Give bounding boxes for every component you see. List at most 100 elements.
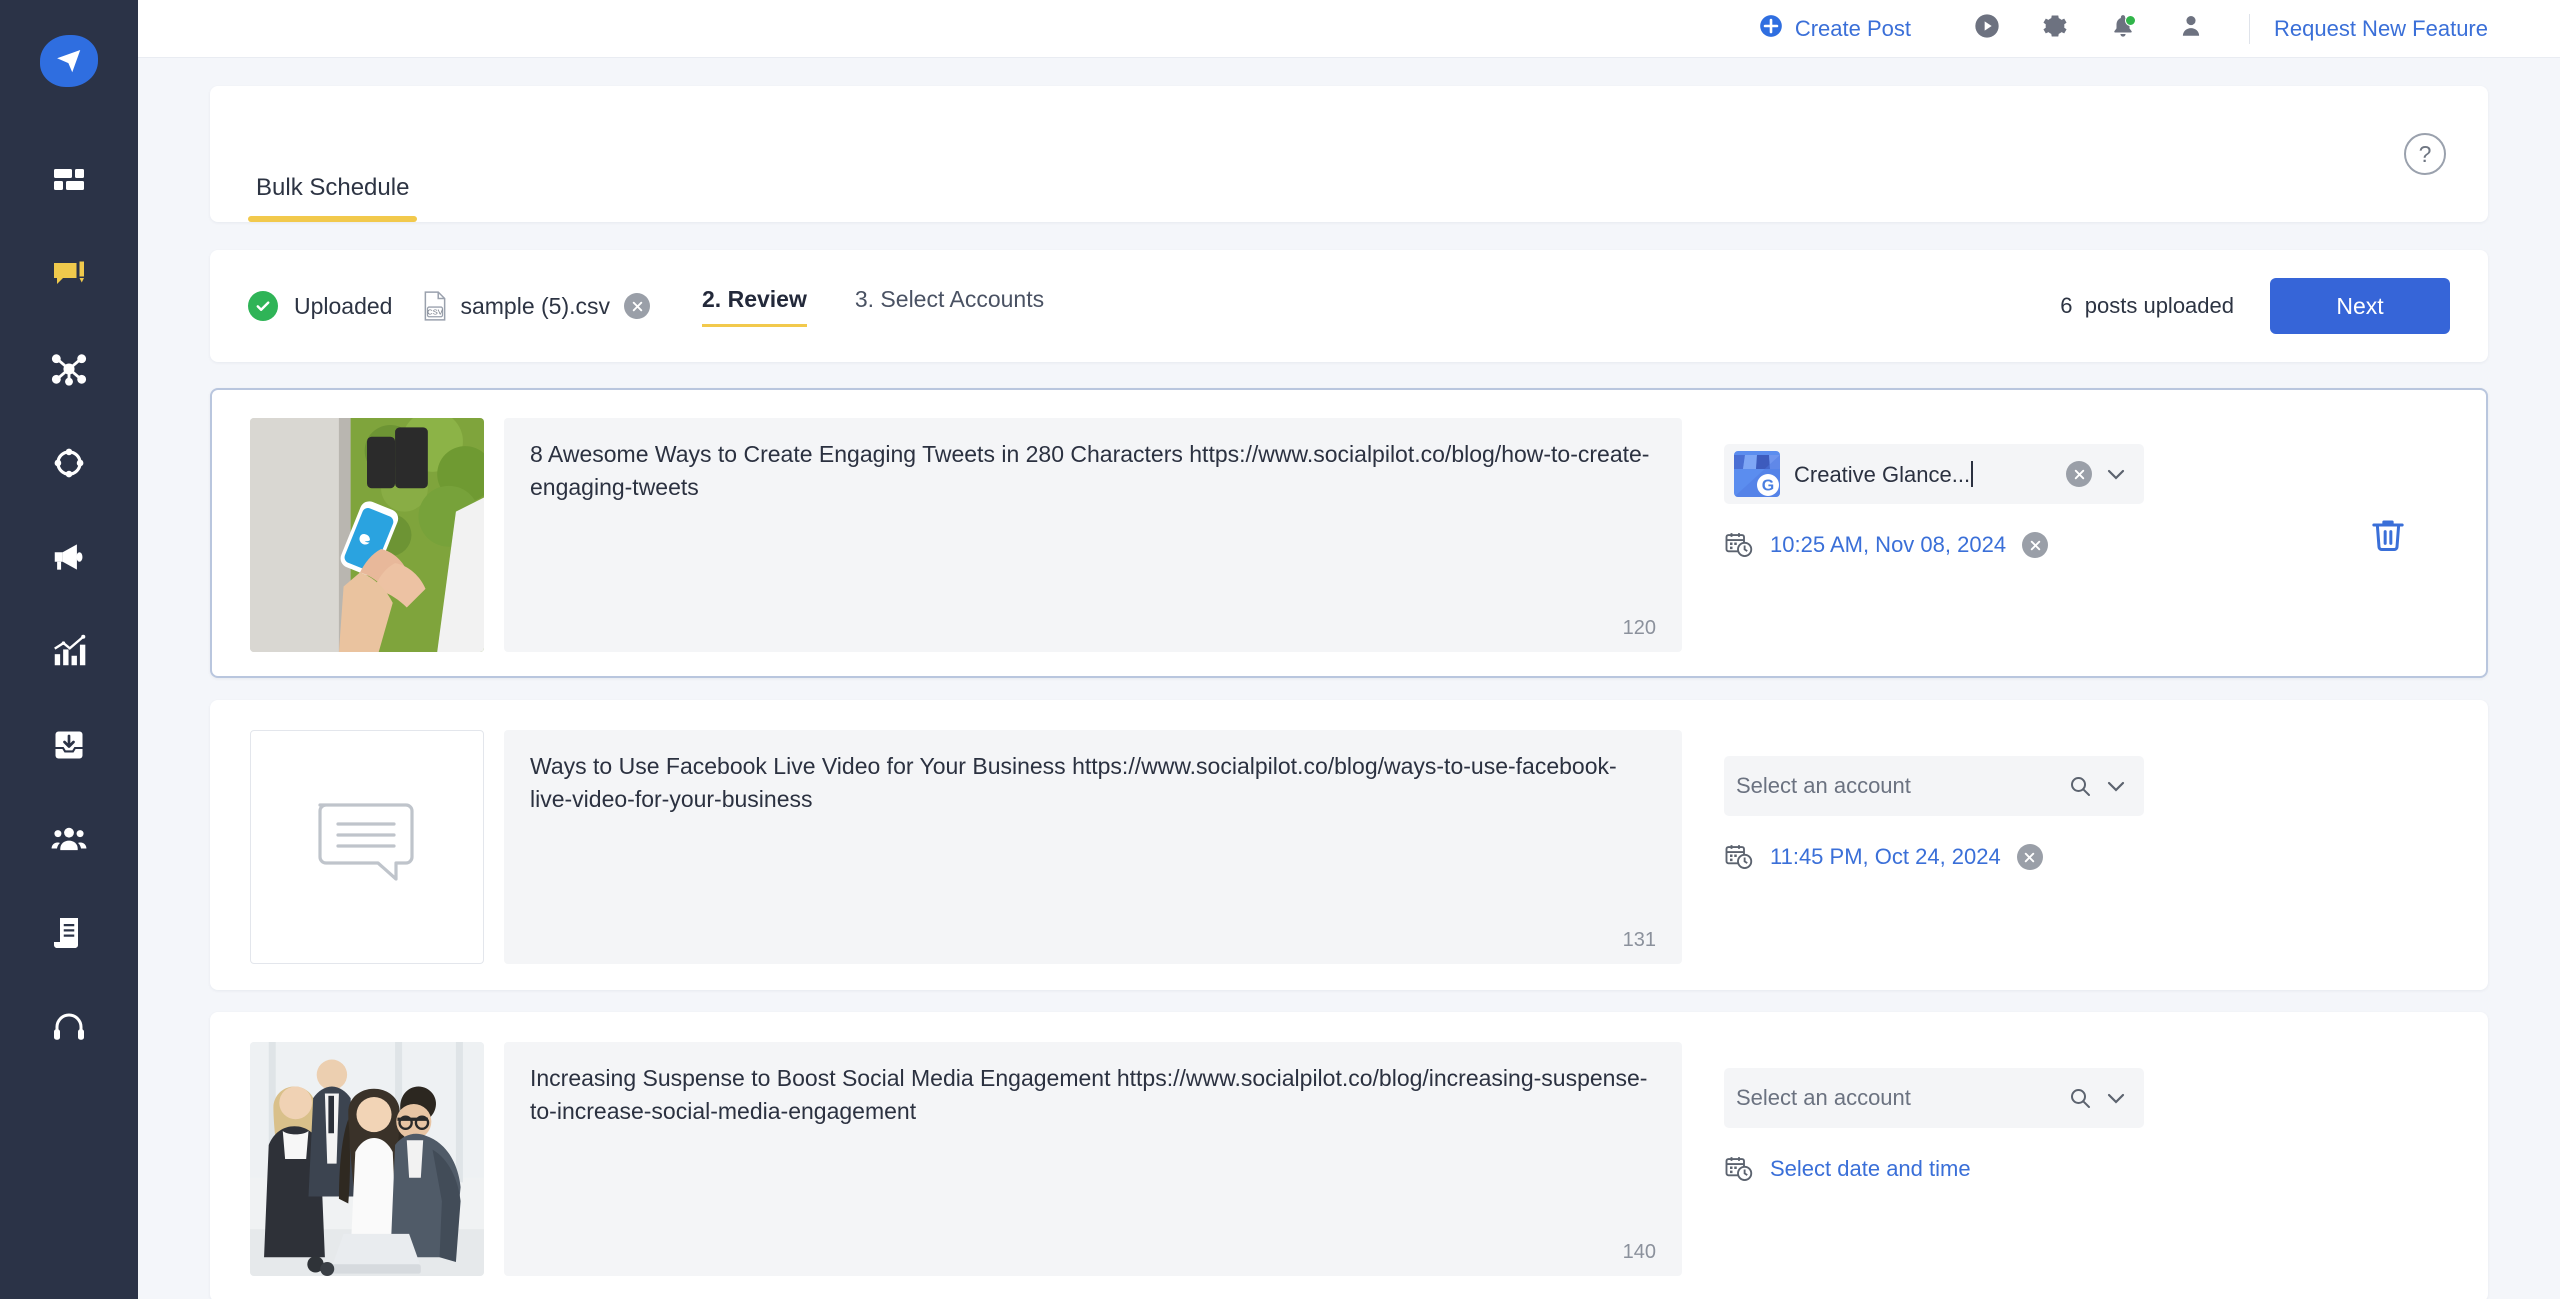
notification-badge-dot [2125,14,2136,26]
sidebar-item-team[interactable] [0,792,138,886]
sidebar-item-posts[interactable] [0,228,138,322]
clear-account-button[interactable] [2066,461,2092,487]
account-select[interactable]: Select an account [1724,756,2144,816]
document-icon [51,915,87,951]
play-circle-button[interactable] [1969,11,2005,47]
csv-file-icon: CSV [422,291,448,321]
sidebar-item-support[interactable] [0,980,138,1074]
posts-uploaded-number: 6 [2060,293,2073,318]
chevron-down-icon[interactable] [2104,774,2128,798]
posts-uploaded-label: posts uploaded [2084,293,2234,318]
play-circle-icon [1973,12,2001,45]
svg-text:CSV: CSV [428,308,443,317]
sidebar-item-dashboard[interactable] [0,134,138,228]
clear-datetime-button[interactable] [2022,532,2049,558]
post-rows-list: 8 Awesome Ways to Create Engaging Tweets… [210,388,2488,1299]
step-review-tab[interactable]: 2. Review [702,286,807,327]
posts-uploaded-count: 6 posts uploaded [2060,293,2234,319]
step-select-accounts-tab[interactable]: 3. Select Accounts [855,286,1044,327]
post-row[interactable]: Increasing Suspense to Boost Social Medi… [210,1012,2488,1299]
upload-step-bar: Uploaded CSV sample (5).csv 2. Review 3.… [210,250,2488,362]
comment-compose-icon [51,257,87,293]
people-group-icon [50,820,88,858]
post-text-container[interactable]: Ways to Use Facebook Live Video for Your… [504,730,1682,964]
steps-right-group: 6 posts uploaded Next [2060,278,2450,334]
uploaded-file-name: sample (5).csv [460,292,611,319]
account-select[interactable]: G Creative Glance... [1724,444,2144,504]
help-button[interactable]: ? [2404,133,2446,175]
calendar-clock-icon [1724,530,1754,560]
sidebar-item-analytics[interactable] [0,604,138,698]
clear-datetime-button[interactable] [2016,844,2043,870]
post-row[interactable]: Ways to Use Facebook Live Video for Your… [210,700,2488,990]
tab-bulk-schedule[interactable]: Bulk Schedule [248,174,418,222]
paper-plane-logo-icon [40,35,98,87]
svg-text:G: G [1762,478,1774,495]
post-settings: G Creative Glance... 10:25 AM, Nov 08, 2… [1724,418,2144,560]
post-thumbnail[interactable] [250,1042,484,1276]
post-thumbnail[interactable] [250,730,484,964]
page-header-card: Bulk Schedule ? [210,86,2488,222]
sidebar-item-reports[interactable] [0,886,138,980]
dashboard-grid-icon [51,163,87,199]
next-button[interactable]: Next [2270,278,2450,334]
schedule-datetime[interactable]: 11:45 PM, Oct 24, 2024 [1770,844,2001,870]
delete-post-button[interactable] [2328,418,2448,652]
schedule-datetime-row: 11:45 PM, Oct 24, 2024 [1724,842,2144,872]
page-tabstrip: Bulk Schedule [248,86,418,222]
topbar: Create Post Request New Feature [138,0,2560,58]
main-area: Create Post Request New Feature Bulk Sch… [138,0,2560,1299]
circle-nodes-icon [50,444,88,482]
calendar-clock-icon [1724,1154,1754,1184]
character-count: 131 [1622,929,1656,951]
post-text: Increasing Suspense to Boost Social Medi… [530,1065,1648,1125]
photo-phone-twitter [250,418,484,652]
schedule-datetime-row: Select date and time [1724,1154,2144,1184]
trash-icon [2372,520,2404,552]
sidebar-item-promote[interactable] [0,510,138,604]
app-logo[interactable] [38,30,100,92]
question-mark-icon: ? [2418,140,2432,167]
step-uploaded-label: Uploaded [294,292,393,319]
schedule-datetime[interactable]: 10:25 AM, Nov 08, 2024 [1770,532,2006,558]
chevron-down-icon[interactable] [2104,462,2128,486]
post-thumbnail[interactable] [250,418,484,652]
profile-button[interactable] [2173,11,2209,47]
google-business-profile-icon: G [1734,451,1780,497]
character-count: 120 [1622,617,1656,639]
megaphone-icon [50,538,88,576]
text-cursor [1971,460,1974,487]
post-text: 8 Awesome Ways to Create Engaging Tweets… [530,441,1650,501]
post-settings: Select an account [1724,1042,2144,1184]
post-row[interactable]: 8 Awesome Ways to Create Engaging Tweets… [210,388,2488,678]
create-post-button[interactable]: Create Post [1758,13,1911,45]
search-icon[interactable] [2068,774,2092,798]
steps-left-group: Uploaded CSV sample (5).csv 2. Review 3.… [248,286,1044,327]
sidebar [0,0,138,1299]
remove-file-button[interactable] [624,293,651,319]
search-icon[interactable] [2068,1086,2092,1110]
bar-chart-icon [50,632,88,670]
select-datetime-link[interactable]: Select date and time [1770,1156,1971,1182]
character-count: 140 [1622,1241,1656,1263]
placeholder-speech-bubble-icon [318,803,414,881]
plus-circle-icon [1758,13,1784,45]
photo-business-team [250,1042,484,1276]
notifications-button[interactable] [2105,11,2141,47]
settings-button[interactable] [2037,11,2073,47]
post-text: Ways to Use Facebook Live Video for Your… [530,753,1617,813]
request-new-feature-link[interactable]: Request New Feature [2274,16,2488,42]
app-root: Create Post Request New Feature Bulk Sch… [0,0,2560,1299]
post-settings: Select an account [1724,730,2144,872]
sidebar-item-inbox[interactable] [0,698,138,792]
sidebar-item-campaigns[interactable] [0,416,138,510]
post-text-container[interactable]: Increasing Suspense to Boost Social Medi… [504,1042,1682,1276]
calendar-clock-icon [1724,842,1754,872]
create-post-label: Create Post [1794,15,1911,41]
sidebar-item-network[interactable] [0,322,138,416]
post-text-container[interactable]: 8 Awesome Ways to Create Engaging Tweets… [504,418,1682,652]
chevron-down-icon[interactable] [2104,1086,2128,1110]
account-select[interactable]: Select an account [1724,1068,2144,1128]
schedule-datetime-row: 10:25 AM, Nov 08, 2024 [1724,530,2144,560]
page-content: Bulk Schedule ? Uploaded CSV sample (5).… [138,58,2560,1299]
